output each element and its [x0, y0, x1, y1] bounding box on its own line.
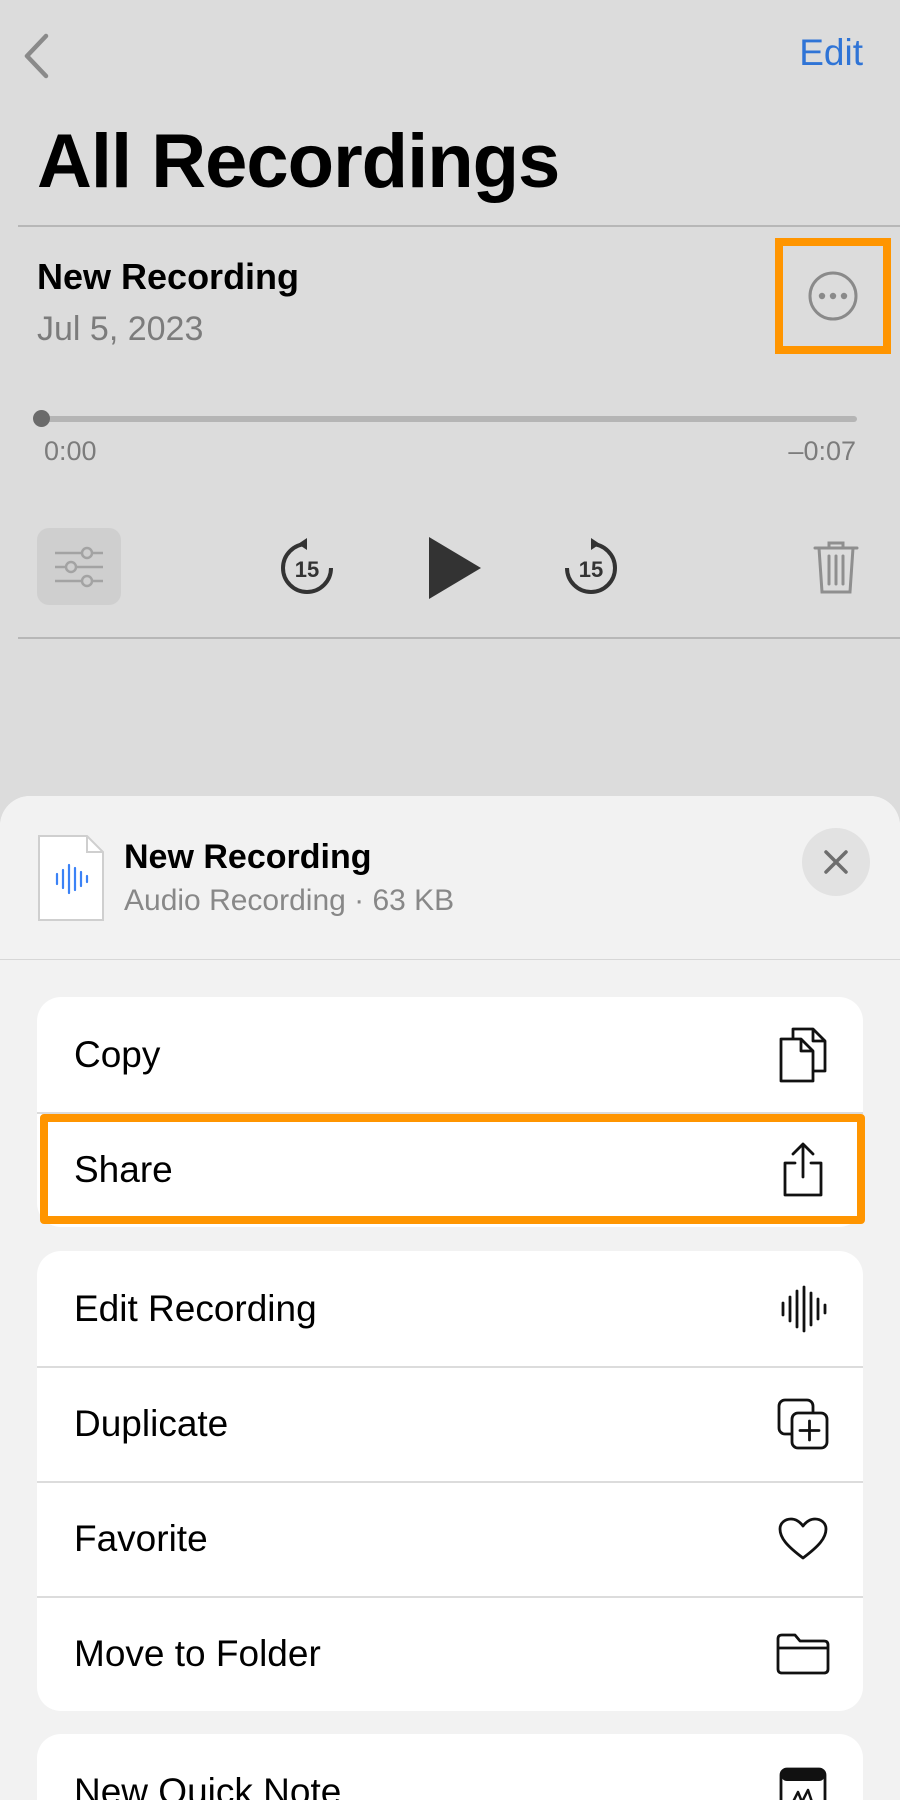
edit-recording-row[interactable]: Edit Recording — [37, 1251, 863, 1366]
duplicate-row[interactable]: Duplicate — [37, 1366, 863, 1481]
skip-back-15-icon: 15 — [281, 538, 333, 594]
edit-recording-label: Edit Recording — [74, 1287, 317, 1329]
sheet-file-subtitle: Audio Recording · 63 KB — [124, 884, 455, 917]
audio-file-icon — [37, 834, 105, 922]
sliders-icon — [55, 546, 103, 587]
move-to-folder-label: Move to Folder — [74, 1632, 321, 1674]
divider — [18, 637, 900, 639]
more-options-button[interactable] — [775, 238, 891, 354]
play-icon — [429, 536, 481, 599]
copy-label: Copy — [74, 1033, 161, 1075]
copy-icon — [773, 1025, 833, 1085]
folder-icon — [773, 1624, 833, 1684]
ellipsis-circle-icon — [808, 271, 858, 321]
svg-text:15: 15 — [579, 557, 603, 582]
divider — [18, 225, 900, 227]
delete-button[interactable] — [808, 536, 864, 598]
back-button[interactable] — [16, 28, 56, 84]
move-to-folder-row[interactable]: Move to Folder — [37, 1596, 863, 1711]
share-row[interactable]: Share — [37, 1112, 863, 1227]
close-button[interactable] — [802, 828, 870, 896]
skip-forward-15-icon: 15 — [565, 538, 617, 594]
favorite-row[interactable]: Favorite — [37, 1481, 863, 1596]
skip-forward-button[interactable]: 15 — [560, 536, 622, 598]
voice-memos-screen: Edit All Recordings New Recording Jul 5,… — [0, 0, 900, 1800]
quick-note-icon — [773, 1762, 833, 1800]
action-group: New Quick Note — [37, 1734, 863, 1800]
sheet-file-title: New Recording — [124, 838, 372, 876]
duplicate-label: Duplicate — [74, 1402, 229, 1444]
chevron-left-icon — [24, 33, 49, 79]
play-button[interactable] — [420, 530, 490, 605]
page-title: All Recordings — [37, 119, 560, 204]
new-quick-note-row[interactable]: New Quick Note — [37, 1734, 863, 1800]
recording-date: Jul 5, 2023 — [37, 310, 204, 348]
favorite-label: Favorite — [74, 1517, 208, 1559]
edit-button[interactable]: Edit — [799, 32, 863, 74]
new-quick-note-label: New Quick Note — [74, 1770, 342, 1800]
action-group: Edit Recording Duplicate Favorite Move t… — [37, 1251, 863, 1711]
trash-icon — [813, 541, 859, 594]
close-icon — [824, 850, 848, 874]
time-elapsed: 0:00 — [44, 436, 97, 466]
copy-row[interactable]: Copy — [37, 997, 863, 1112]
recording-title[interactable]: New Recording — [37, 256, 299, 298]
playback-scrubber[interactable] — [42, 416, 857, 422]
action-sheet: New Recording Audio Recording · 63 KB Co… — [0, 796, 900, 1800]
scrubber-handle[interactable] — [33, 410, 50, 427]
action-group: Copy Share — [37, 997, 863, 1227]
time-remaining: –0:07 — [788, 436, 856, 466]
playback-options-button[interactable] — [37, 528, 121, 605]
svg-text:15: 15 — [295, 557, 319, 582]
share-icon — [773, 1140, 833, 1200]
heart-icon — [773, 1509, 833, 1569]
waveform-icon — [773, 1279, 833, 1339]
duplicate-icon — [773, 1394, 833, 1454]
sheet-header: New Recording Audio Recording · 63 KB — [0, 796, 900, 960]
share-label: Share — [74, 1148, 173, 1190]
skip-back-button[interactable]: 15 — [276, 536, 338, 598]
